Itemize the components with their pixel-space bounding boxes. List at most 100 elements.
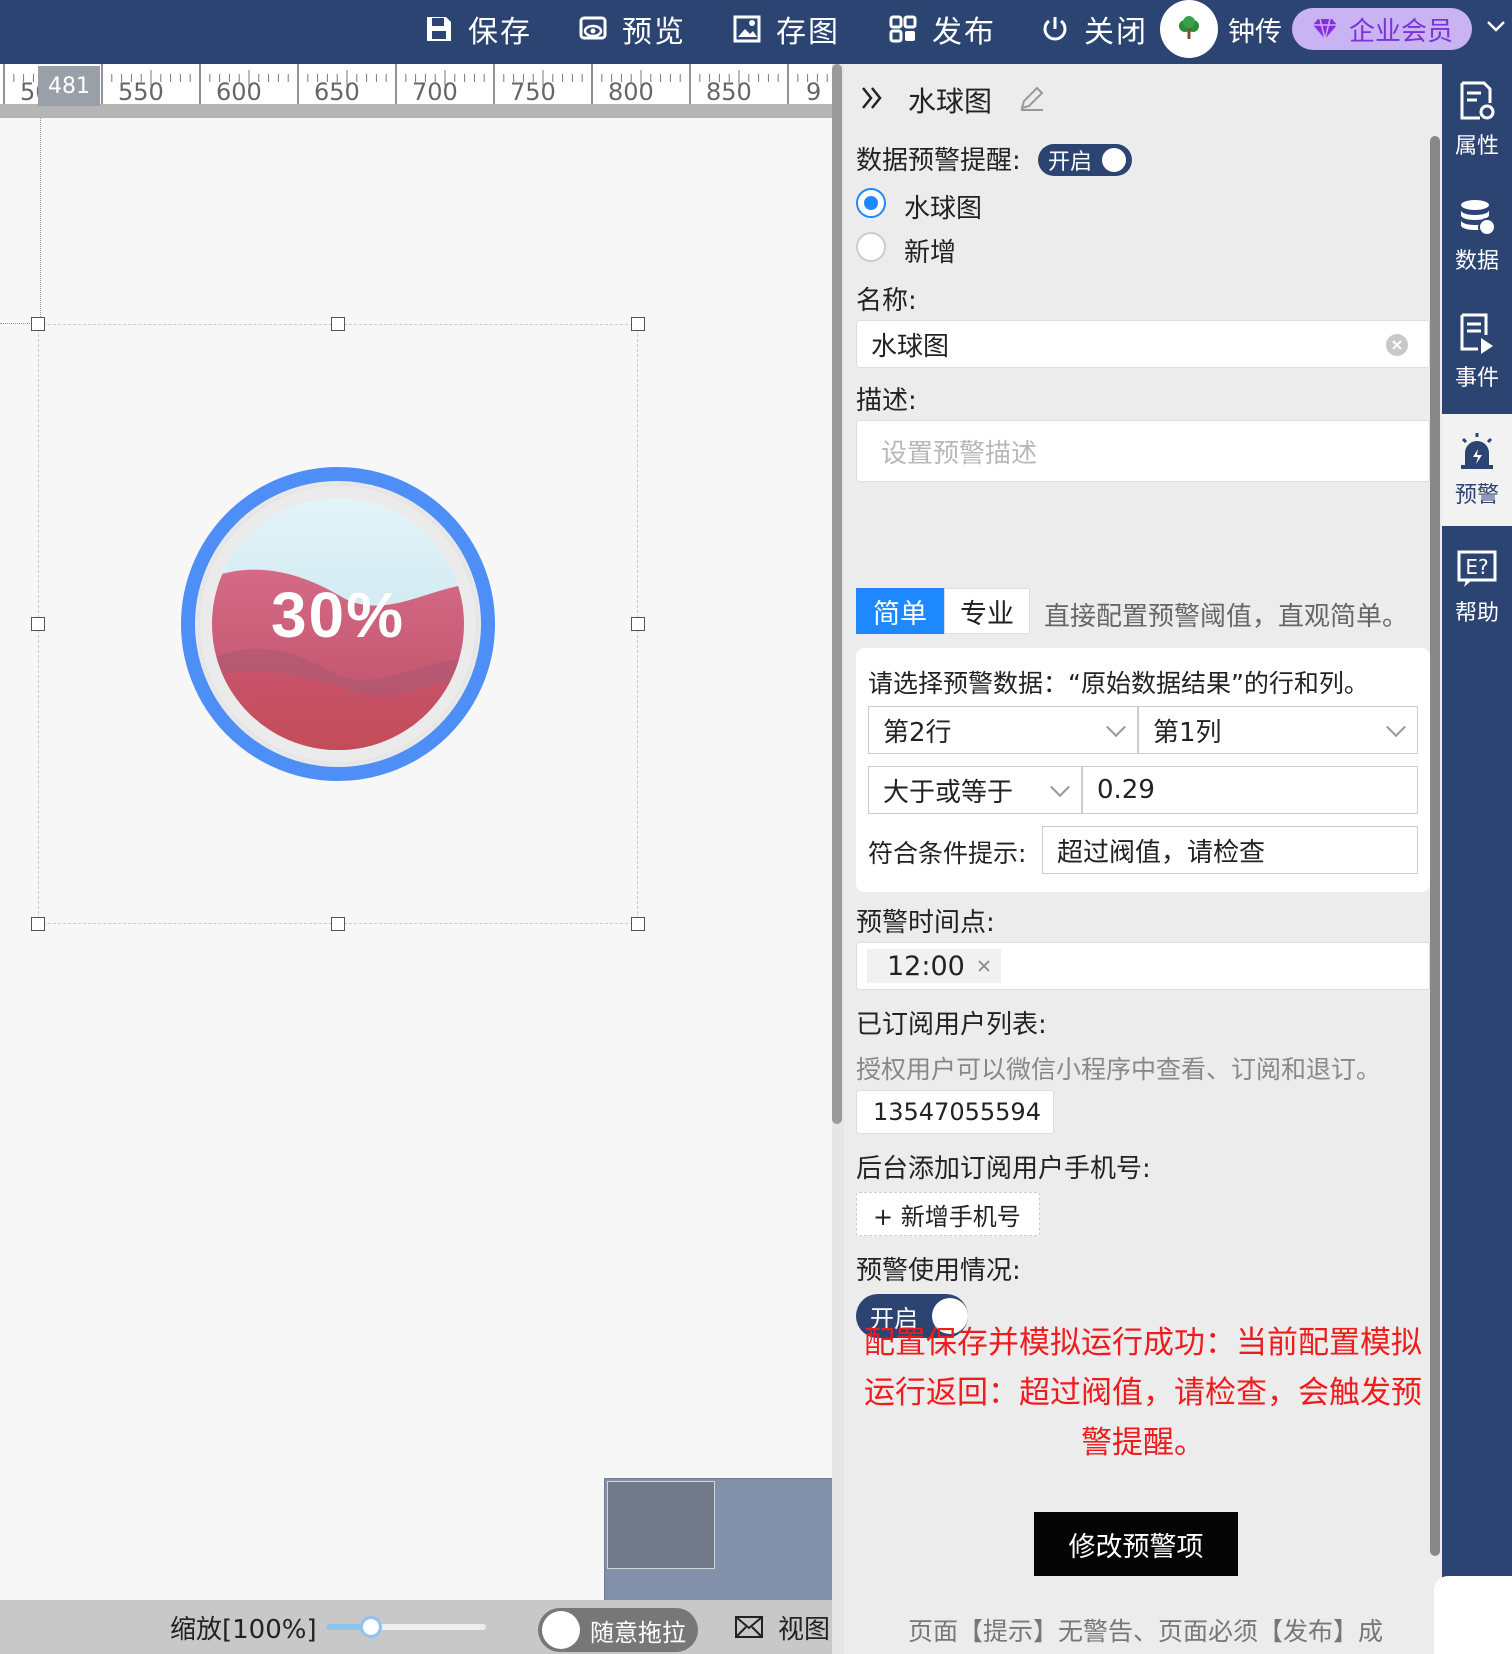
resize-handle[interactable] <box>31 617 45 631</box>
right-sidebar: 属性 数据 事件 预警 E? 帮助 <box>1442 64 1512 1654</box>
subscribed-users-hint: 授权用户可以微信小程序中查看、订阅和退订。 <box>856 1055 1382 1084</box>
ruler-label: 850 <box>706 78 752 106</box>
tab-simple[interactable]: 简单 <box>856 588 944 634</box>
publish-label: 发布 <box>932 15 996 50</box>
zoom-slider-thumb[interactable] <box>359 1616 382 1638</box>
member-badge[interactable]: 企业会员 <box>1292 8 1472 50</box>
power-icon <box>1043 17 1067 41</box>
floating-tab[interactable] <box>1434 1576 1512 1654</box>
description-placeholder: 设置预警描述 <box>881 438 1038 469</box>
close-icon[interactable] <box>975 957 993 975</box>
sidebar-item-help[interactable]: E? 帮助 <box>1442 532 1512 644</box>
ruler-label: 650 <box>314 78 360 106</box>
radio-new-label[interactable]: 新增 <box>904 232 956 269</box>
preview-icon <box>579 16 607 40</box>
resize-handle[interactable] <box>31 317 45 331</box>
subscribed-users-label: 已订阅用户列表: <box>856 1010 1047 1040</box>
resize-handle[interactable] <box>331 917 345 931</box>
name-input[interactable]: 水球图 <box>856 320 1430 368</box>
alert-config-panel: 水球图 数据预警提醒: 开启 水球图 新增 名称: 水球图 描述: 设置预警描述… <box>844 64 1442 1654</box>
guide-line-vertical <box>40 118 41 323</box>
grid-icon <box>889 15 917 43</box>
liquid-fill-chart[interactable]: 30% <box>180 466 496 782</box>
avatar[interactable] <box>1160 0 1218 58</box>
ruler-label: 600 <box>216 78 262 106</box>
close-button[interactable]: 关闭 <box>1040 0 1148 58</box>
save-image-button[interactable]: 存图 <box>732 0 840 58</box>
radio-liquid-label[interactable]: 水球图 <box>904 188 982 225</box>
tab-professional[interactable]: 专业 <box>944 588 1030 634</box>
modify-alert-button[interactable]: 修改预警项 <box>1034 1512 1238 1576</box>
design-canvas[interactable]: 30% <box>0 118 832 1602</box>
canvas-scrollbar[interactable] <box>832 64 842 1124</box>
name-input-value: 水球图 <box>871 331 950 362</box>
free-drag-toggle[interactable]: 随意拖拉 <box>538 1608 698 1652</box>
sidebar-item-alerts[interactable]: 预警 <box>1442 414 1512 526</box>
alert-reminder-toggle[interactable]: 开启 <box>1038 144 1132 176</box>
chevron-down-icon[interactable] <box>1484 14 1508 38</box>
sidebar-item-properties[interactable]: 属性 <box>1442 64 1512 176</box>
minimap[interactable] <box>604 1478 840 1608</box>
user-name[interactable]: 钟传 <box>1228 0 1282 58</box>
description-input[interactable]: 设置预警描述 <box>856 420 1430 482</box>
panel-title: 水球图 <box>908 85 993 118</box>
threshold-input[interactable]: 0.29 <box>1082 766 1418 814</box>
radio-liquid[interactable] <box>856 188 886 218</box>
zoom-slider[interactable] <box>326 1616 486 1638</box>
resize-handle[interactable] <box>631 917 645 931</box>
minimap-viewport[interactable] <box>607 1481 715 1569</box>
row-select-value: 第2行 <box>883 717 952 748</box>
chevron-down-icon <box>1386 717 1406 738</box>
operator-select[interactable]: 大于或等于 <box>868 766 1082 814</box>
column-select[interactable]: 第1列 <box>1138 706 1418 754</box>
clear-icon[interactable] <box>1385 333 1409 357</box>
radio-new[interactable] <box>856 232 886 262</box>
add-phone-button-label: + 新增手机号 <box>873 1202 1021 1231</box>
chevron-down-icon <box>1106 717 1126 738</box>
simulation-result-message: 配置保存并模拟运行成功：当前配置模拟运行返回：超过阀值，请检查，会触发预警提醒。 <box>864 1325 1422 1461</box>
free-drag-label: 随意拖拉 <box>590 1618 686 1647</box>
subscribed-phone-tag: 13547055594 <box>856 1090 1054 1134</box>
sidebar-item-label: 帮助 <box>1454 601 1499 626</box>
row-select[interactable]: 第2行 <box>868 706 1138 754</box>
close-label: 关闭 <box>1084 15 1148 50</box>
select-data-prompt: 请选择预警数据：“原始数据结果”的行和列。 <box>868 669 1369 698</box>
alert-condition-card: 请选择预警数据：“原始数据结果”的行和列。 第2行 第1列 大于或等于 0.29… <box>856 648 1430 892</box>
column-select-value: 第1列 <box>1153 717 1222 748</box>
view-button[interactable]: 视图 <box>734 1600 830 1654</box>
resize-handle[interactable] <box>631 617 645 631</box>
alert-reminder-toggle-label: 开启 <box>1048 150 1093 175</box>
name-label: 名称: <box>856 286 917 316</box>
collapse-icon[interactable] <box>860 84 884 112</box>
tree-icon <box>1179 16 1199 39</box>
preview-button[interactable]: 预览 <box>578 0 686 58</box>
publish-button[interactable]: 发布 <box>888 0 996 58</box>
add-phone-button[interactable]: + 新增手机号 <box>856 1192 1040 1236</box>
diamond-icon <box>1312 18 1337 40</box>
member-badge-label: 企业会员 <box>1348 16 1453 47</box>
sidebar-item-events[interactable]: 事件 <box>1442 296 1512 408</box>
save-button[interactable]: 保存 <box>424 0 532 58</box>
alert-time-input[interactable]: 12:00 <box>856 942 1430 990</box>
time-tag-label: 12:00 <box>887 950 965 982</box>
ruler-label: 800 <box>608 78 654 106</box>
alert-reminder-label: 数据预警提醒: <box>856 146 1021 176</box>
ruler-bar <box>0 104 832 118</box>
chevron-down-icon <box>1050 777 1070 798</box>
preview-label: 预览 <box>622 15 686 50</box>
resize-handle[interactable] <box>631 317 645 331</box>
ruler-label: 9 <box>806 78 822 106</box>
footer-note: 页面【提示】无警告、页面必须【发布】成 <box>908 1617 1384 1646</box>
edit-icon[interactable] <box>1018 84 1046 112</box>
resize-handle[interactable] <box>331 317 345 331</box>
condition-hint-value: 超过阀值，请检查 <box>1057 837 1266 868</box>
ruler-position-indicator: 481 <box>38 66 100 106</box>
time-tag: 12:00 <box>867 949 1001 983</box>
resize-handle[interactable] <box>31 917 45 931</box>
sidebar-item-data[interactable]: 数据 <box>1442 180 1512 292</box>
save-image-label: 存图 <box>776 15 840 50</box>
description-label: 描述: <box>856 386 917 416</box>
save-label: 保存 <box>468 15 532 50</box>
condition-hint-input[interactable]: 超过阀值，请检查 <box>1042 826 1418 874</box>
bottom-bar: 缩放[100%] 随意拖拉 视图 <box>0 1600 832 1654</box>
